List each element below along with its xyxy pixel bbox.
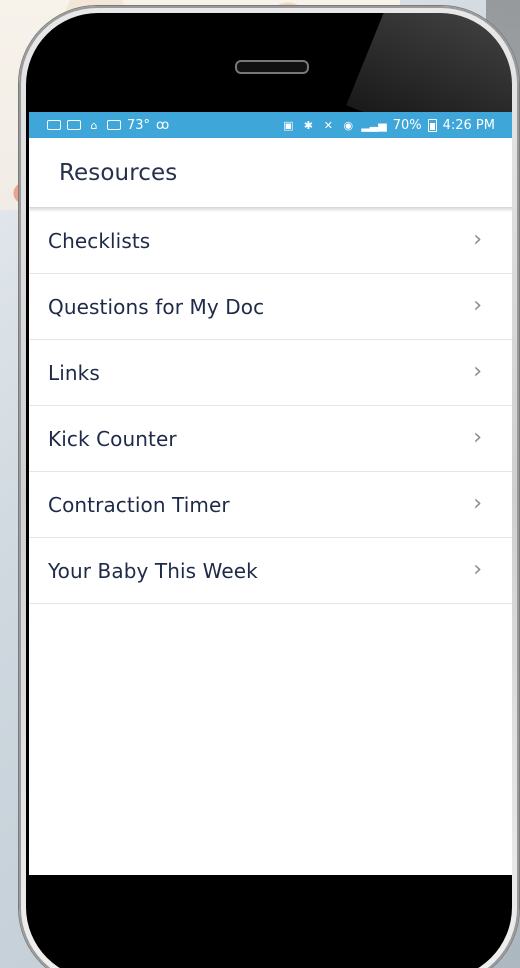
temperature-text: 73° — [127, 117, 151, 133]
battery-percent: 70% — [392, 117, 422, 133]
chevron-right-icon: › — [473, 292, 482, 318]
battery-icon — [427, 118, 437, 132]
app-header: Resources — [29, 138, 512, 208]
chevron-right-icon: › — [473, 556, 482, 582]
list-item-contraction-timer[interactable]: Contraction Timer › — [29, 472, 512, 538]
resources-list: Checklists › Questions for My Doc › Link… — [29, 208, 512, 604]
list-item-links[interactable]: Links › — [29, 340, 512, 406]
page-title: Resources — [59, 159, 178, 186]
gallery-icon — [67, 120, 81, 130]
list-item-label: Checklists — [48, 228, 151, 253]
speaker-grille — [235, 60, 309, 74]
mute-icon: ✕ — [323, 118, 333, 132]
chevron-right-icon: › — [473, 424, 482, 450]
bluetooth-icon: ✱ — [303, 118, 313, 132]
status-left: ⌂ 73° ꝏ — [47, 118, 169, 133]
phone-body: ⌂ 73° ꝏ ▣ ✱ ✕ ◉ ▂▃▅ 70% 4:26 PM Resource… — [26, 13, 512, 968]
notification-app-icon — [47, 120, 61, 130]
list-item-label: Your Baby This Week — [48, 558, 258, 583]
list-item-label: Links — [48, 360, 100, 385]
list-item-kick-counter[interactable]: Kick Counter › — [29, 406, 512, 472]
chevron-right-icon: › — [473, 226, 482, 252]
list-item-checklists[interactable]: Checklists › — [29, 208, 512, 274]
image-icon — [107, 120, 121, 130]
phone-frame: ⌂ 73° ꝏ ▣ ✱ ✕ ◉ ▂▃▅ 70% 4:26 PM Resource… — [19, 6, 519, 968]
list-item-label: Contraction Timer — [48, 492, 230, 517]
phone-screen: ⌂ 73° ꝏ ▣ ✱ ✕ ◉ ▂▃▅ 70% 4:26 PM Resource… — [29, 112, 512, 875]
phone-status-icon: ⌂ — [90, 118, 98, 132]
list-item-your-baby-this-week[interactable]: Your Baby This Week › — [29, 538, 512, 604]
voicemail-icon: ꝏ — [156, 117, 170, 133]
list-item-label: Questions for My Doc — [48, 294, 265, 319]
nfc-icon: ▣ — [283, 118, 294, 132]
chevron-right-icon: › — [473, 358, 482, 384]
status-time: 4:26 PM — [442, 117, 495, 133]
signal-icon: ▂▃▅ — [361, 118, 387, 132]
status-right: ▣ ✱ ✕ ◉ ▂▃▅ 70% 4:26 PM — [281, 118, 495, 133]
list-item-questions-for-my-doc[interactable]: Questions for My Doc › — [29, 274, 512, 340]
list-item-label: Kick Counter — [48, 426, 177, 451]
status-bar: ⌂ 73° ꝏ ▣ ✱ ✕ ◉ ▂▃▅ 70% 4:26 PM — [29, 112, 512, 138]
alarm-icon: ◉ — [343, 118, 354, 132]
chevron-right-icon: › — [473, 490, 482, 516]
